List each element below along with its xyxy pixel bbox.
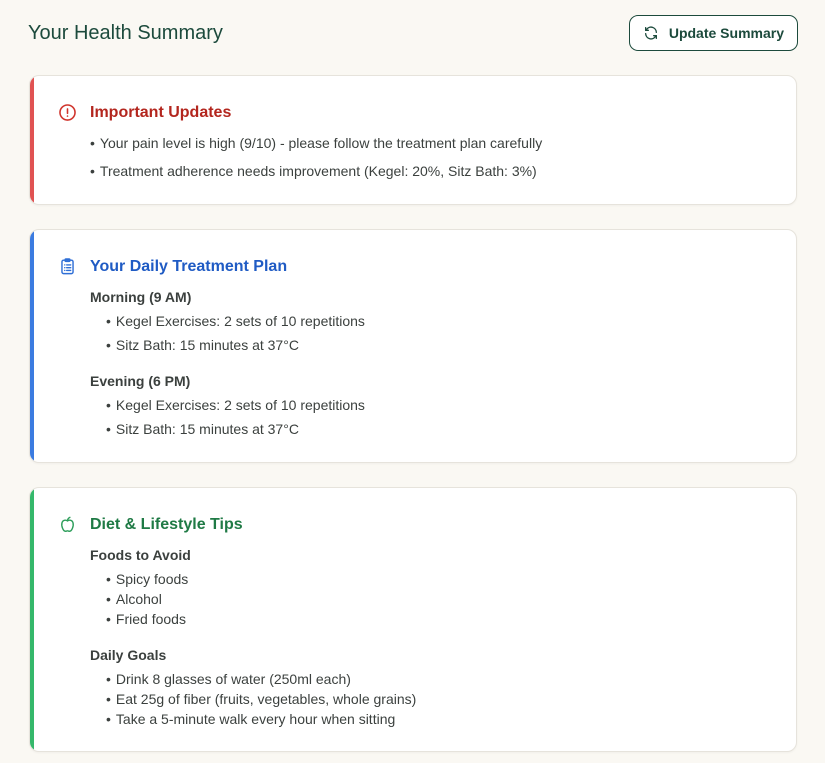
list-item: Spicy foods <box>106 569 776 589</box>
list-item: Kegel Exercises: 2 sets of 10 repetition… <box>106 395 776 415</box>
card-accent <box>30 76 34 204</box>
card-body: Your pain level is high (9/10) - please … <box>90 133 776 181</box>
clipboard-list-icon <box>61 258 74 275</box>
update-summary-label: Update Summary <box>668 25 784 41</box>
list-item: Drink 8 glasses of water (250ml each) <box>106 669 776 689</box>
card-accent <box>30 488 34 751</box>
refresh-icon <box>644 26 657 40</box>
list-item: Take a 5-minute walk every hour when sit… <box>106 709 776 729</box>
page-header: Your Health Summary Update Summary <box>28 14 798 52</box>
card-body: Morning (9 AM) Kegel Exercises: 2 sets o… <box>90 287 776 439</box>
list-item: Alcohol <box>106 589 776 609</box>
alert-circle-icon <box>59 104 76 121</box>
update-summary-button[interactable]: Update Summary <box>628 15 798 51</box>
list-item: Sitz Bath: 15 minutes at 37°C <box>106 419 776 439</box>
list-item: Eat 25g of fiber (fruits, vegetables, wh… <box>106 689 776 709</box>
card-header: Important Updates <box>58 103 231 122</box>
card-header: Your Daily Treatment Plan <box>58 257 287 276</box>
list-item: Sitz Bath: 15 minutes at 37°C <box>106 335 776 355</box>
card-title: Your Daily Treatment Plan <box>90 257 288 275</box>
list-item: Fried foods <box>106 609 776 629</box>
section-title-morning: Morning (9 AM) <box>90 289 192 305</box>
list-item: Your pain level is high (9/10) - please … <box>90 133 776 153</box>
list-item: Treatment adherence needs improvement (K… <box>90 161 776 181</box>
section-title-goals: Daily Goals <box>90 647 167 663</box>
card-body: Foods to Avoid Spicy foods Alcohol Fried… <box>90 545 776 729</box>
page-title: Your Health Summary <box>28 21 223 44</box>
card-title: Diet & Lifestyle Tips <box>90 515 243 533</box>
treatment-plan-card: Your Daily Treatment Plan Morning (9 AM)… <box>29 229 797 463</box>
important-updates-card: Important Updates Your pain level is hig… <box>29 75 797 205</box>
apple-icon <box>61 516 74 532</box>
card-accent <box>30 230 34 462</box>
section-title-avoid: Foods to Avoid <box>90 547 191 563</box>
diet-lifestyle-card: Diet & Lifestyle Tips Foods to Avoid Spi… <box>29 487 797 752</box>
list-item: Kegel Exercises: 2 sets of 10 repetition… <box>106 311 776 331</box>
card-title: Important Updates <box>90 103 232 121</box>
card-header: Diet & Lifestyle Tips <box>58 515 243 534</box>
section-title-evening: Evening (6 PM) <box>90 373 191 389</box>
